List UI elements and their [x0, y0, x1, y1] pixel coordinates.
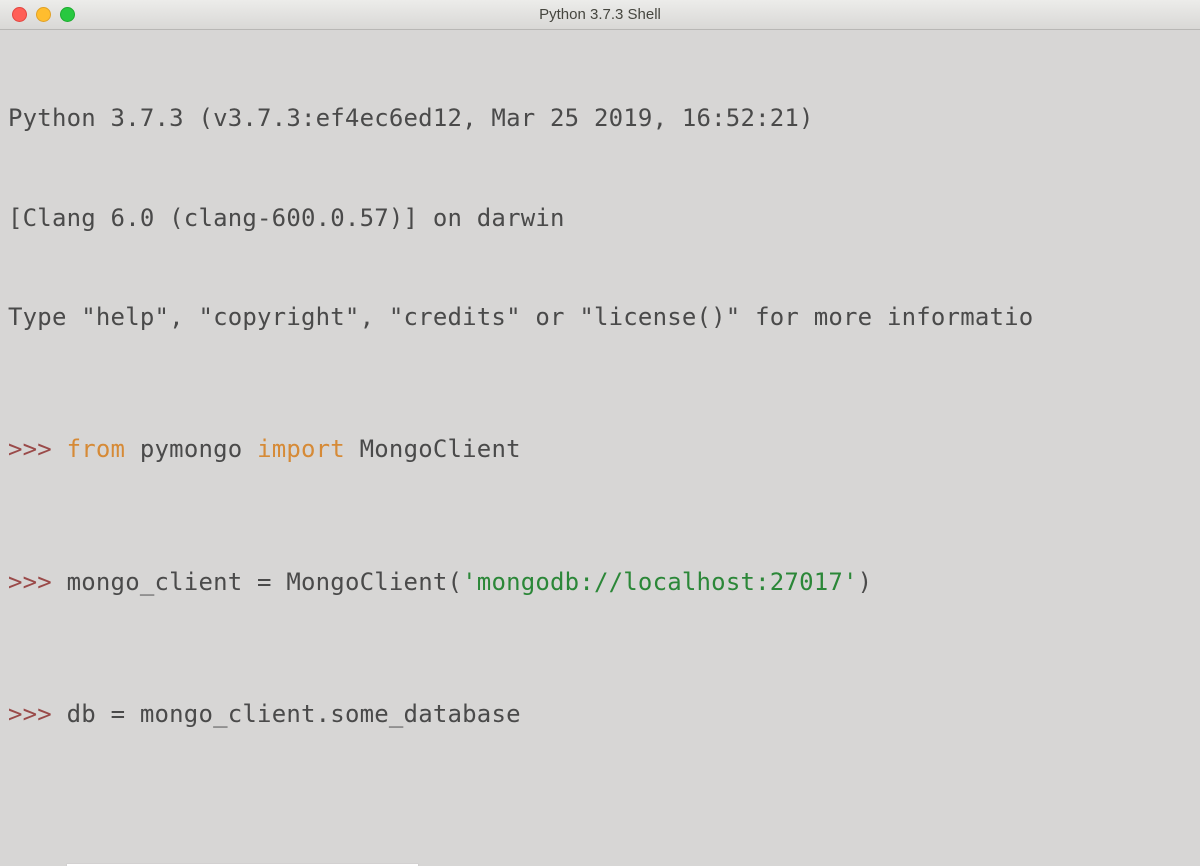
- code-text: MongoClient: [345, 435, 521, 463]
- banner-line: [Clang 6.0 (clang-600.0.57)] on darwin: [8, 202, 1196, 235]
- code-text: mongo_client = MongoClient(: [67, 568, 463, 596]
- traffic-lights: [0, 7, 75, 22]
- maximize-icon[interactable]: [60, 7, 75, 22]
- window-titlebar: Python 3.7.3 Shell: [0, 0, 1200, 30]
- keyword: from: [67, 435, 126, 463]
- code-text: pymongo: [125, 435, 257, 463]
- code-text: db: [67, 700, 111, 728]
- banner-line: Python 3.7.3 (v3.7.3:ef4ec6ed12, Mar 25 …: [8, 102, 1196, 135]
- code-line: >>> from pymongo import MongoClient: [8, 433, 1196, 466]
- shell-content[interactable]: Python 3.7.3 (v3.7.3:ef4ec6ed12, Mar 25 …: [0, 30, 1200, 866]
- prompt: >>>: [8, 435, 67, 463]
- code-line: >>> mongo_client = MongoClient('mongodb:…: [8, 566, 1196, 599]
- code-line: >>> db = mongo_client.some_database: [8, 698, 1196, 731]
- code-text: ): [858, 568, 873, 596]
- keyword: import: [257, 435, 345, 463]
- prompt: >>>: [8, 568, 67, 596]
- minimize-icon[interactable]: [36, 7, 51, 22]
- window-title: Python 3.7.3 Shell: [539, 6, 661, 23]
- close-icon[interactable]: [12, 7, 27, 22]
- prompt: >>>: [8, 700, 67, 728]
- string-literal: 'mongodb://localhost:27017': [462, 568, 858, 596]
- banner-line: Type "help", "copyright", "credits" or "…: [8, 301, 1196, 334]
- code-text: = mongo_client.some_database: [111, 700, 521, 728]
